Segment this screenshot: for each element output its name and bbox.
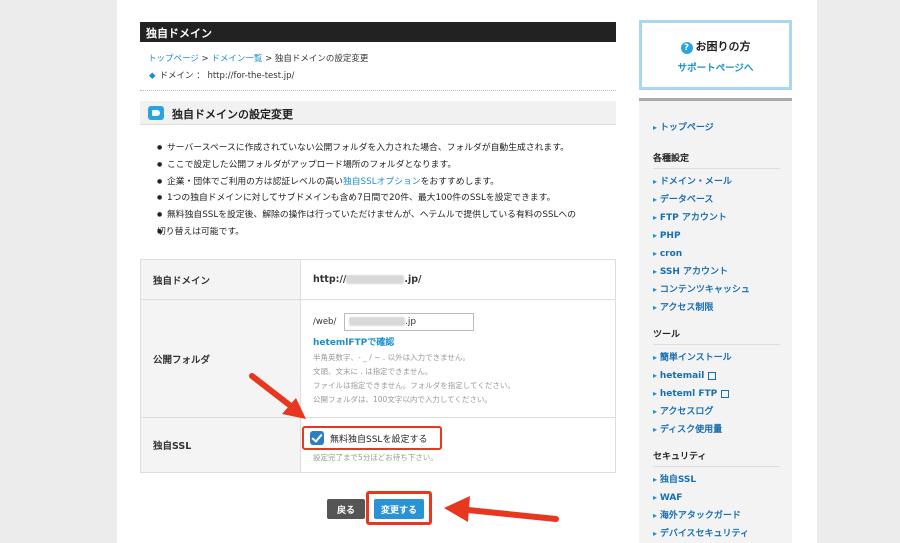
sidebar-item-database[interactable]: データベース xyxy=(653,191,780,209)
breadcrumb-domain-list-link[interactable]: ドメイン一覧 xyxy=(211,54,262,64)
ftp-check-link[interactable]: hetemlFTPで確認 xyxy=(313,335,394,348)
redacted-folder xyxy=(349,317,405,326)
sidebar-item-device-security[interactable]: デバイスセキュリティ xyxy=(653,525,780,543)
ssl-checkbox-label[interactable]: 無料独自SSLを設定する xyxy=(330,432,427,445)
folder-label: 公開フォルダ xyxy=(141,300,301,417)
folder-row: 公開フォルダ /web/ .jp hetemlFTPで確認 半角英数字、- _ … xyxy=(141,300,615,418)
sidebar-item-ssh[interactable]: SSH アカウント xyxy=(653,263,780,281)
redacted-domain xyxy=(346,275,405,284)
ssl-checkbox-highlight: 無料独自SSLを設定する xyxy=(302,426,442,450)
page-title: 独自ドメインの設定変更 xyxy=(172,108,293,121)
sidebar-nav: トップページ 各種設定 ドメイン・メール データベース FTP アカウント PH… xyxy=(639,98,792,543)
ssl-option-link[interactable]: 独自SSLオプション xyxy=(343,177,421,187)
folder-prefix: /web/ xyxy=(313,317,337,327)
ssl-checkbox[interactable] xyxy=(310,431,324,445)
note-item: ここで設定した公開フォルダがアップロード場所のフォルダとなります。 xyxy=(157,157,607,174)
save-button[interactable]: 変更する xyxy=(374,499,424,519)
sidebar-item-domain-mail[interactable]: ドメイン・メール xyxy=(653,173,780,191)
external-link-icon xyxy=(721,389,730,398)
domain-value: http://.jp/ xyxy=(313,274,422,285)
bullet-icon: ◆ xyxy=(149,71,156,81)
back-button[interactable]: 戻る xyxy=(327,499,365,519)
sidebar-item-hetemail[interactable]: hetemail xyxy=(653,367,780,385)
question-icon: ? xyxy=(680,42,693,54)
sidebar-item-attack-guard[interactable]: 海外アタックガード xyxy=(653,507,780,525)
external-link-icon xyxy=(708,371,717,380)
sidebar-item-top[interactable]: トップページ xyxy=(653,119,780,137)
sidebar-item-cache[interactable]: コンテンツキャッシュ xyxy=(653,281,780,299)
note-item: サーバースペースに作成されていない公開フォルダを入力された場合、フォルダが自動生… xyxy=(157,140,607,157)
sidebar-item-ssl[interactable]: 独自SSL xyxy=(653,471,780,489)
notes-list: サーバースペースに作成されていない公開フォルダを入力された場合、フォルダが自動生… xyxy=(157,140,607,241)
sidebar-item-php[interactable]: PHP xyxy=(653,227,780,245)
support-page-link[interactable]: サポートページへ xyxy=(642,60,789,74)
sidebar-heading: セキュリティ xyxy=(653,449,780,467)
folder-rules: 半角英数字、- _ / ~ . 以外は入力できません。 文頭、文末に . は指定… xyxy=(313,353,515,404)
sidebar-item-heteml-ftp[interactable]: heteml FTP xyxy=(653,385,780,403)
sidebar-item-cron[interactable]: cron xyxy=(653,245,780,263)
save-button-highlight: 変更する xyxy=(366,491,432,525)
breadcrumb-current: 独自ドメインの設定変更 xyxy=(274,54,369,64)
ssl-note: 設定完了まで5分ほどお待ち下さい。 xyxy=(313,453,438,462)
folder-input[interactable]: .jp xyxy=(344,313,474,331)
section-header: 独自ドメイン xyxy=(140,22,616,42)
note-item: 1つの独自ドメインに対してサブドメインも含め7日間で20件、最大100件のSSL… xyxy=(157,190,607,207)
help-box: ? お困りの方 サポートページへ xyxy=(639,20,792,90)
domain-row: 独自ドメイン http://.jp/ xyxy=(141,260,615,300)
note-item-cont: 切り替えは可能です。 xyxy=(157,224,607,241)
breadcrumb-top-link[interactable]: トップページ xyxy=(148,54,199,64)
note-item: 企業・団体でご利用の方は認証レベルの高い独自SSLオプションをおすすめします。 xyxy=(157,174,607,191)
sidebar-item-ftp[interactable]: FTP アカウント xyxy=(653,209,780,227)
sidebar-heading: 各種設定 xyxy=(653,151,780,169)
note-item: 無料独自SSLを設定後、解除の操作は行っていただけませんが、ヘテムルで提供してい… xyxy=(157,207,607,224)
sidebar-heading: ツール xyxy=(653,327,780,345)
sidebar-item-access[interactable]: アクセス制限 xyxy=(653,299,780,317)
ssl-label: 独自SSL xyxy=(141,418,301,472)
speech-bubble-icon xyxy=(148,106,164,120)
domain-label: 独自ドメイン xyxy=(141,260,301,299)
settings-box-title: 独自ドメインの設定変更 xyxy=(140,101,616,125)
sidebar-item-access-log[interactable]: アクセスログ xyxy=(653,403,780,421)
current-domain: ◆ ドメイン ： http://for-the-test.jp/ xyxy=(149,71,295,81)
settings-form: 独自ドメイン http://.jp/ 公開フォルダ /web/ .jp hete… xyxy=(140,259,616,473)
divider xyxy=(140,90,616,91)
sidebar-item-disk[interactable]: ディスク使用量 xyxy=(653,421,780,439)
sidebar-item-installer[interactable]: 簡単インストール xyxy=(653,349,780,367)
breadcrumb: トップページ > ドメイン一覧 > 独自ドメインの設定変更 xyxy=(148,54,369,64)
sidebar-item-waf[interactable]: WAF xyxy=(653,489,780,507)
